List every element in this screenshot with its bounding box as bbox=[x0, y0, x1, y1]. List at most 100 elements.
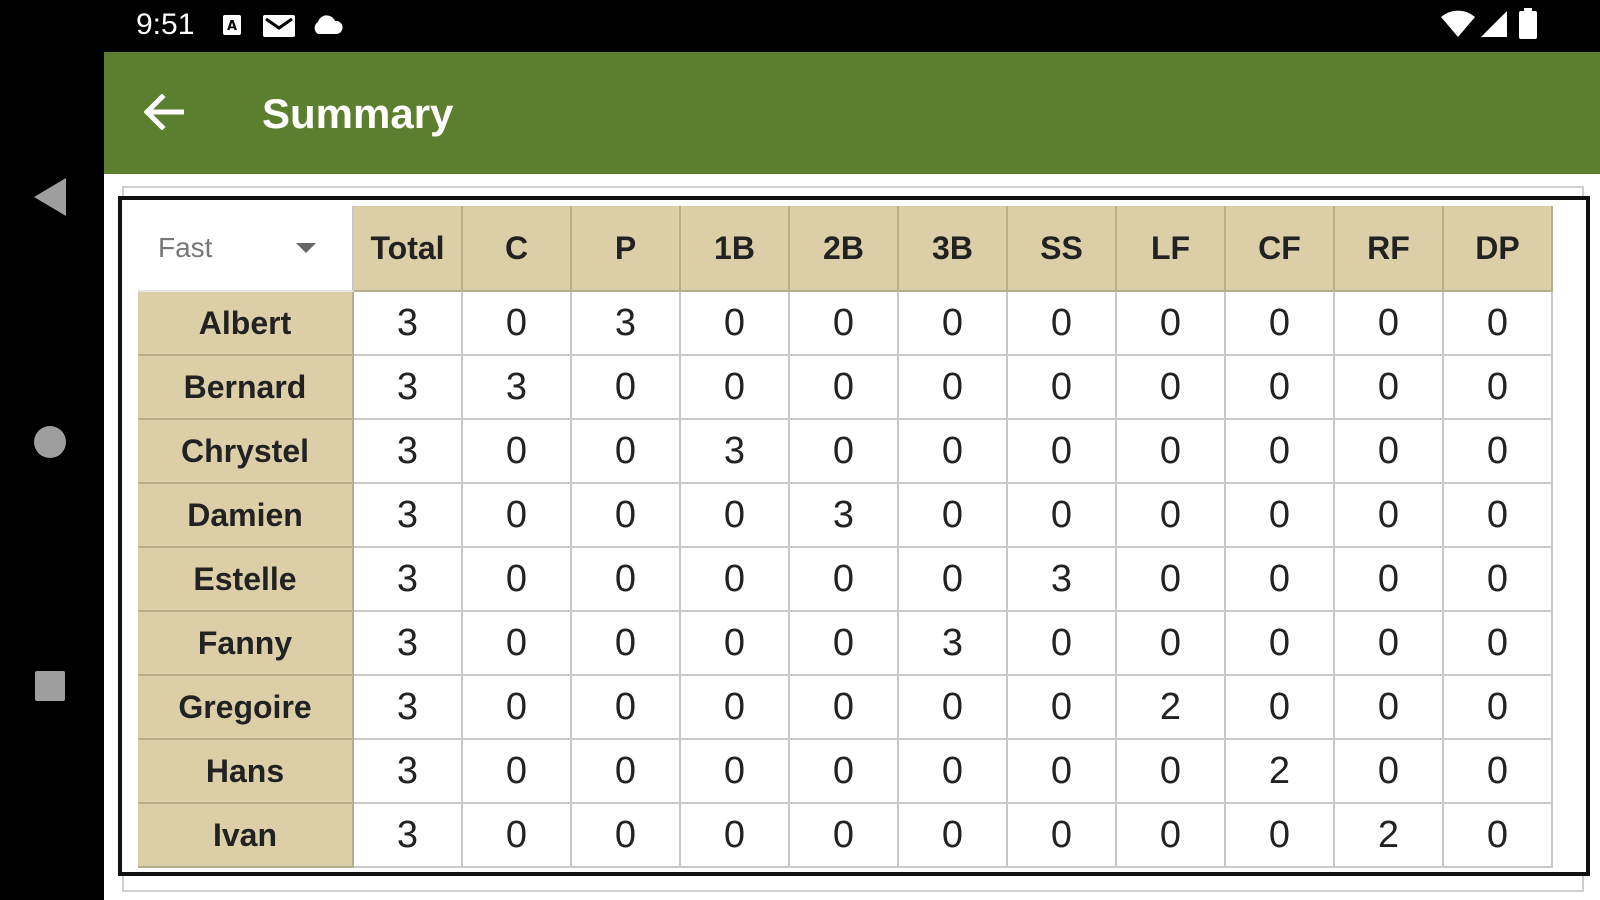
wifi-icon bbox=[1441, 10, 1475, 37]
column-header: DP bbox=[1444, 206, 1553, 292]
battery-icon bbox=[1519, 8, 1537, 39]
summary-table-frame[interactable]: Fast Total C P 1B 2B 3B SS LF CF RF DP Albert 3 0 3 0 0 0… bbox=[118, 196, 1590, 876]
row-player-name: Fanny bbox=[138, 612, 354, 676]
column-header: SS bbox=[1008, 206, 1117, 292]
table-cell: 3 bbox=[354, 740, 463, 804]
table-cell: 0 bbox=[1335, 420, 1444, 484]
table-cell: 0 bbox=[681, 612, 790, 676]
filter-dropdown[interactable]: Fast bbox=[138, 206, 354, 292]
table-cell: 0 bbox=[1008, 612, 1117, 676]
recents-square-icon[interactable] bbox=[30, 666, 70, 706]
table-cell: 0 bbox=[681, 356, 790, 420]
table-cell: 0 bbox=[1444, 420, 1553, 484]
table-cell: 3 bbox=[354, 356, 463, 420]
table-cell: 0 bbox=[572, 804, 681, 868]
table-cell: 0 bbox=[681, 292, 790, 356]
table-cell: 0 bbox=[1226, 420, 1335, 484]
table-cell: 0 bbox=[1335, 484, 1444, 548]
table-cell: 0 bbox=[1444, 484, 1553, 548]
column-header: 2B bbox=[790, 206, 899, 292]
column-header: Total bbox=[354, 206, 463, 292]
table-cell: 0 bbox=[1008, 356, 1117, 420]
table-cell: 0 bbox=[572, 740, 681, 804]
table-cell: 2 bbox=[1226, 740, 1335, 804]
filter-selected-label: Fast bbox=[158, 232, 213, 263]
status-time: 9:51 bbox=[136, 8, 195, 41]
back-triangle-icon[interactable] bbox=[30, 176, 70, 218]
table-cell: 0 bbox=[1117, 420, 1226, 484]
table-cell: 0 bbox=[899, 740, 1008, 804]
table-cell: 0 bbox=[572, 484, 681, 548]
table-cell: 3 bbox=[572, 292, 681, 356]
table-cell: 0 bbox=[681, 484, 790, 548]
table-cell: 0 bbox=[463, 676, 572, 740]
table-cell: 3 bbox=[681, 420, 790, 484]
table-cell: 0 bbox=[572, 356, 681, 420]
table-cell: 0 bbox=[790, 804, 899, 868]
table-cell: 0 bbox=[790, 292, 899, 356]
table-cell: 0 bbox=[1008, 292, 1117, 356]
table-cell: 0 bbox=[790, 356, 899, 420]
table-cell: 0 bbox=[681, 740, 790, 804]
table-cell: 0 bbox=[790, 548, 899, 612]
table-cell: 0 bbox=[1226, 356, 1335, 420]
table-cell: 0 bbox=[1008, 804, 1117, 868]
table-cell: 0 bbox=[463, 740, 572, 804]
svg-text:A: A bbox=[227, 19, 237, 34]
table-cell: 3 bbox=[354, 804, 463, 868]
table-cell: 0 bbox=[899, 292, 1008, 356]
table-cell: 3 bbox=[354, 292, 463, 356]
column-header: P bbox=[572, 206, 681, 292]
table-cell: 0 bbox=[572, 420, 681, 484]
table-cell: 0 bbox=[463, 612, 572, 676]
table-cell: 0 bbox=[1226, 676, 1335, 740]
table-cell: 3 bbox=[354, 676, 463, 740]
table-cell: 0 bbox=[1444, 740, 1553, 804]
table-cell: 0 bbox=[1117, 292, 1226, 356]
table-cell: 3 bbox=[354, 484, 463, 548]
table-cell: 0 bbox=[1335, 292, 1444, 356]
signal-icon bbox=[1481, 11, 1507, 37]
table-cell: 0 bbox=[899, 420, 1008, 484]
table-cell: 0 bbox=[1117, 484, 1226, 548]
system-nav-bar bbox=[0, 52, 104, 900]
table-cell: 0 bbox=[899, 804, 1008, 868]
status-bar: 9:51 A bbox=[0, 0, 1600, 52]
table-cell: 0 bbox=[1335, 612, 1444, 676]
table-cell: 0 bbox=[1117, 612, 1226, 676]
column-header: LF bbox=[1117, 206, 1226, 292]
table-cell: 3 bbox=[354, 612, 463, 676]
table-cell: 0 bbox=[1008, 676, 1117, 740]
table-cell: 0 bbox=[899, 548, 1008, 612]
a-badge-icon: A bbox=[223, 15, 241, 35]
table-cell: 0 bbox=[1117, 548, 1226, 612]
home-circle-icon[interactable] bbox=[30, 422, 70, 462]
table-cell: 0 bbox=[1444, 292, 1553, 356]
table-cell: 0 bbox=[681, 676, 790, 740]
gmail-icon bbox=[263, 15, 295, 37]
table-cell: 0 bbox=[1335, 356, 1444, 420]
table-cell: 0 bbox=[1226, 804, 1335, 868]
table-cell: 0 bbox=[1008, 740, 1117, 804]
table-cell: 0 bbox=[1444, 356, 1553, 420]
table-cell: 0 bbox=[899, 484, 1008, 548]
table-cell: 0 bbox=[463, 548, 572, 612]
table-cell: 0 bbox=[1226, 292, 1335, 356]
table-cell: 0 bbox=[1117, 356, 1226, 420]
table-cell: 0 bbox=[790, 740, 899, 804]
table-cell: 3 bbox=[899, 612, 1008, 676]
table-cell: 3 bbox=[463, 356, 572, 420]
table-cell: 0 bbox=[790, 676, 899, 740]
arrow-left-icon bbox=[144, 94, 184, 130]
column-header: 3B bbox=[899, 206, 1008, 292]
row-player-name: Hans bbox=[138, 740, 354, 804]
table-cell: 0 bbox=[572, 676, 681, 740]
table-cell: 0 bbox=[1335, 740, 1444, 804]
back-button[interactable] bbox=[134, 82, 194, 142]
table-cell: 0 bbox=[899, 356, 1008, 420]
table-cell: 0 bbox=[1008, 484, 1117, 548]
table-cell: 0 bbox=[463, 292, 572, 356]
app-toolbar: Summary bbox=[104, 52, 1600, 174]
table-cell: 0 bbox=[1117, 740, 1226, 804]
summary-table: Fast Total C P 1B 2B 3B SS LF CF RF DP Albert 3 0 3 0 0 0… bbox=[138, 206, 1553, 868]
